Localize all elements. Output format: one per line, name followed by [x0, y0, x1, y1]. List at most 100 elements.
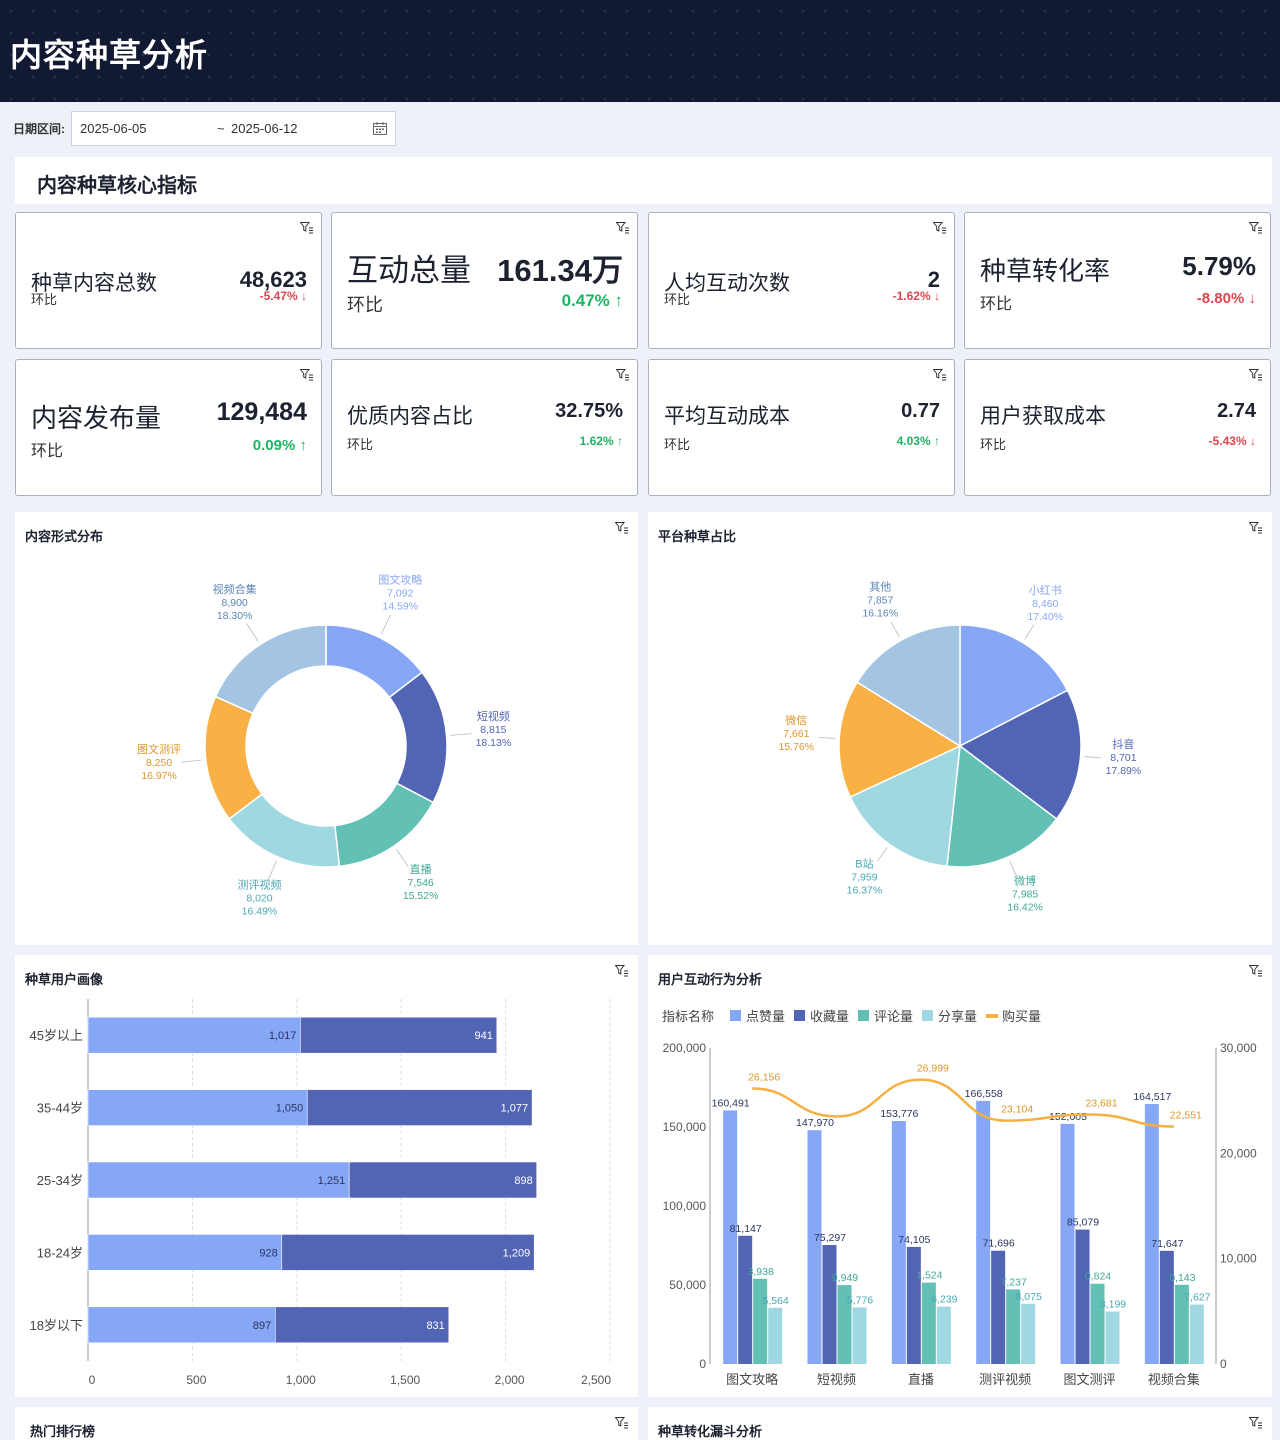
bar[interactable] — [976, 1100, 991, 1364]
legend-swatch — [986, 1014, 998, 1018]
bar-value-label: 7,237 — [1001, 1276, 1027, 1288]
pie-label-pct: 15.76% — [778, 741, 814, 753]
bar[interactable] — [87, 1234, 283, 1271]
bar[interactable] — [87, 1161, 350, 1199]
bar[interactable] — [300, 1016, 498, 1054]
kpi-change: -5.47% ↓ — [259, 289, 307, 303]
kpi-change: 0.09% ↑ — [252, 437, 307, 454]
bar[interactable] — [281, 1234, 535, 1271]
bar[interactable] — [1021, 1303, 1036, 1364]
kpi-change: -5.43% ↓ — [1208, 434, 1256, 448]
bar[interactable] — [936, 1306, 951, 1364]
bar[interactable] — [1060, 1123, 1075, 1364]
bar[interactable] — [822, 1245, 837, 1364]
filter-icon[interactable] — [615, 1417, 628, 1429]
pie-leader-line — [1024, 624, 1035, 640]
filter-icon[interactable] — [1249, 1417, 1262, 1429]
funnel-panel: 种草转化漏斗分析 — [648, 1407, 1272, 1440]
kpi-name: 优质内容占比 — [347, 404, 473, 428]
pie-leader-line — [1009, 860, 1017, 877]
bar-value-label: 3,199 — [1100, 1299, 1126, 1311]
filter-icon[interactable] — [300, 222, 313, 234]
arrow-down-icon: ↓ — [297, 289, 307, 303]
bar-value-label: 1,050 — [276, 1103, 304, 1115]
pie-slice[interactable] — [214, 624, 327, 715]
kpi-name: 种草转化率 — [980, 257, 1111, 287]
pie-leader-line — [380, 614, 391, 635]
x-tick-label: 2,000 — [495, 1373, 525, 1387]
filter-icon[interactable] — [616, 369, 629, 381]
kpi-name: 内容发布量 — [31, 404, 162, 434]
line-value-label: 26,999 — [917, 1063, 949, 1075]
kpi-value: 5.79% — [1182, 251, 1256, 281]
x-tick-label: 视频合集 — [1148, 1372, 1200, 1387]
legend-item[interactable]: 收藏量 — [794, 1009, 849, 1024]
pie-label-value: 8,701 — [1110, 752, 1136, 764]
bar[interactable] — [738, 1235, 753, 1364]
bar[interactable] — [723, 1110, 738, 1364]
chart-legend: 指标名称 点赞量 收藏量 评论量 分享量 购买量 — [662, 1009, 1041, 1024]
pie-slice-label: 视频合集8,90018.30% — [213, 582, 257, 622]
x-tick-label: 2,500 — [581, 1373, 611, 1387]
filter-icon[interactable] — [933, 369, 946, 381]
arrow-down-icon: ↓ — [930, 289, 940, 303]
pie-label-pct: 18.30% — [217, 610, 253, 622]
y2-tick-label: 10,000 — [1220, 1252, 1257, 1266]
pie-leader-line — [180, 759, 202, 763]
pie-slice[interactable] — [388, 671, 448, 804]
bar[interactable] — [87, 1306, 276, 1344]
pie-label-name: 视频合集 — [213, 582, 257, 596]
date-range-picker[interactable]: 2025-06-05 ~ 2025-06-12 — [71, 111, 396, 146]
filter-icon[interactable] — [300, 369, 313, 381]
bar[interactable] — [1144, 1104, 1159, 1364]
bar-value-label: 1,017 — [269, 1030, 297, 1042]
date-start[interactable]: 2025-06-05 — [80, 121, 147, 136]
bar[interactable] — [1075, 1229, 1090, 1364]
bar[interactable] — [87, 1089, 308, 1126]
bar[interactable] — [1090, 1283, 1105, 1364]
bar-value-label: 1,251 — [318, 1175, 346, 1187]
date-end[interactable]: 2025-06-12 — [231, 121, 298, 136]
legend-item[interactable]: 评论量 — [858, 1009, 913, 1024]
bar[interactable] — [852, 1307, 867, 1364]
pie-slice[interactable] — [204, 695, 264, 820]
kpi-compare-label: 环比 — [31, 443, 64, 460]
pie-label-name: 测评视频 — [237, 877, 281, 891]
x-tick-label: 0 — [89, 1373, 96, 1387]
bar[interactable] — [753, 1278, 768, 1364]
pie-slice-label: 图文攻略7,09214.59% — [378, 572, 422, 612]
pie-label-name: 小红书 — [1029, 584, 1062, 597]
filter-icon[interactable] — [1249, 369, 1262, 381]
legend-item[interactable]: 购买量 — [986, 1009, 1041, 1024]
pie-slice-label: 测评视频8,02016.49% — [237, 877, 281, 917]
pie-label-value: 8,020 — [246, 892, 272, 904]
kpi-name: 用户获取成本 — [980, 404, 1106, 428]
bar[interactable] — [1105, 1311, 1120, 1364]
filter-icon[interactable] — [616, 222, 629, 234]
filter-icon[interactable] — [933, 222, 946, 234]
calendar-icon[interactable] — [373, 122, 387, 135]
bar[interactable] — [906, 1246, 921, 1364]
pie-slice-label: 直播7,54615.52% — [403, 862, 439, 902]
bar[interactable] — [807, 1130, 822, 1364]
legend-swatch — [794, 1010, 805, 1021]
legend-item[interactable]: 点赞量 — [730, 1009, 785, 1024]
ranking-panel: 热门排行榜 — [15, 1407, 638, 1440]
filter-icon[interactable] — [1249, 222, 1262, 234]
bar[interactable] — [991, 1250, 1006, 1364]
bar[interactable] — [1159, 1250, 1174, 1364]
pie-leader-line — [396, 849, 409, 867]
bar[interactable] — [348, 1161, 538, 1199]
x-tick-label: 测评视频 — [979, 1372, 1031, 1387]
bar[interactable] — [1189, 1304, 1204, 1364]
bar-value-label: 898 — [514, 1175, 532, 1187]
pie-slice-label: 微信7,66115.76% — [778, 713, 814, 753]
bar-value-label: 1,077 — [501, 1103, 529, 1115]
bar[interactable] — [274, 1306, 450, 1344]
bar[interactable] — [768, 1307, 783, 1364]
legend-item[interactable]: 分享量 — [922, 1009, 977, 1024]
pie-label-pct: 15.52% — [403, 890, 439, 902]
pie-label-pct: 16.49% — [242, 905, 278, 917]
pie-slice[interactable] — [334, 782, 435, 868]
bar[interactable] — [306, 1089, 533, 1126]
